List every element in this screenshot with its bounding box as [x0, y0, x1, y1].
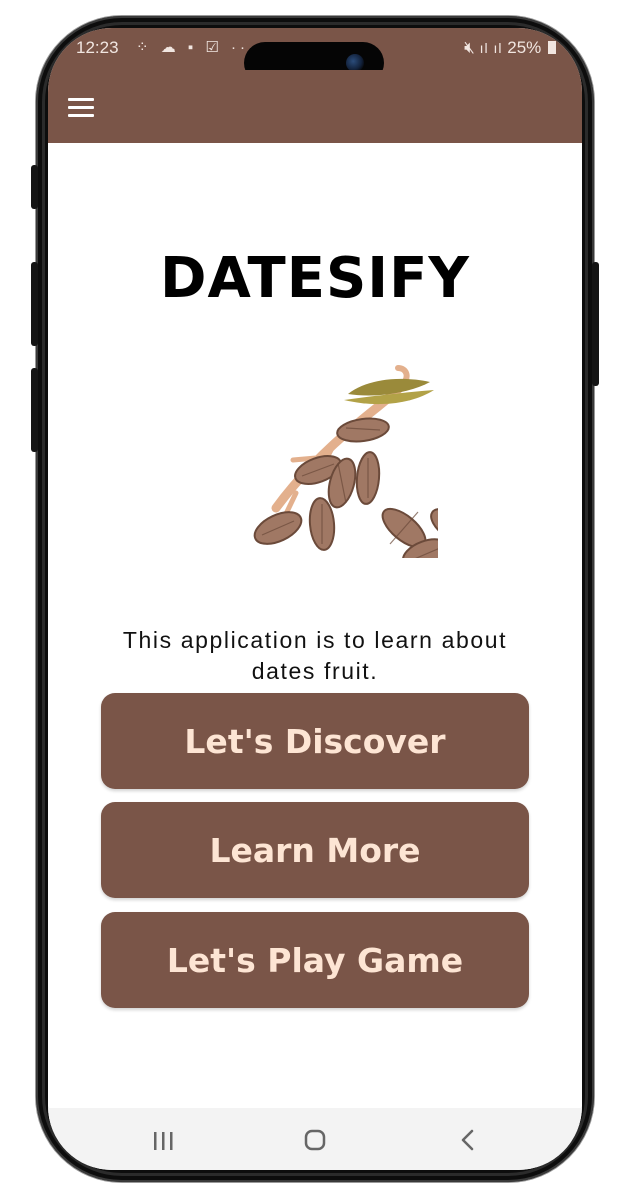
volume-up-button — [31, 262, 38, 346]
status-time: 12:23 — [76, 38, 119, 57]
learn-more-button[interactable]: Learn More — [101, 802, 529, 898]
power-button — [592, 262, 599, 386]
home-icon[interactable] — [275, 1108, 355, 1170]
battery-level: 25% — [507, 38, 542, 57]
back-icon[interactable] — [428, 1108, 508, 1170]
recents-icon[interactable] — [124, 1108, 204, 1170]
navigation-bar — [48, 1108, 582, 1170]
app-title: DATESIFY — [160, 246, 470, 311]
status-right-group: 🔇︎ ıl ıl 25% — [464, 38, 556, 58]
volume-down-button — [31, 368, 38, 452]
app-description: This application is to learn about dates… — [122, 627, 508, 684]
play-game-button[interactable]: Let's Play Game — [101, 912, 529, 1008]
discover-button[interactable]: Let's Discover — [101, 693, 529, 789]
hamburger-menu-icon[interactable] — [68, 98, 94, 118]
phone-screen: 12:23 ⁘ ☁ ▪ ☑ ··· 🔇︎ ıl ıl 25% DATESIFY — [48, 28, 582, 1170]
dates-branch-illustration — [253, 365, 438, 558]
notification-icons: ⁘ ☁ ▪ ☑ ··· — [136, 39, 258, 56]
app-bar — [48, 70, 582, 143]
action-button — [31, 165, 38, 209]
battery-icon — [548, 41, 556, 54]
signal-icon: ıl ıl — [479, 40, 503, 56]
mute-icon: 🔇︎ — [464, 38, 480, 57]
